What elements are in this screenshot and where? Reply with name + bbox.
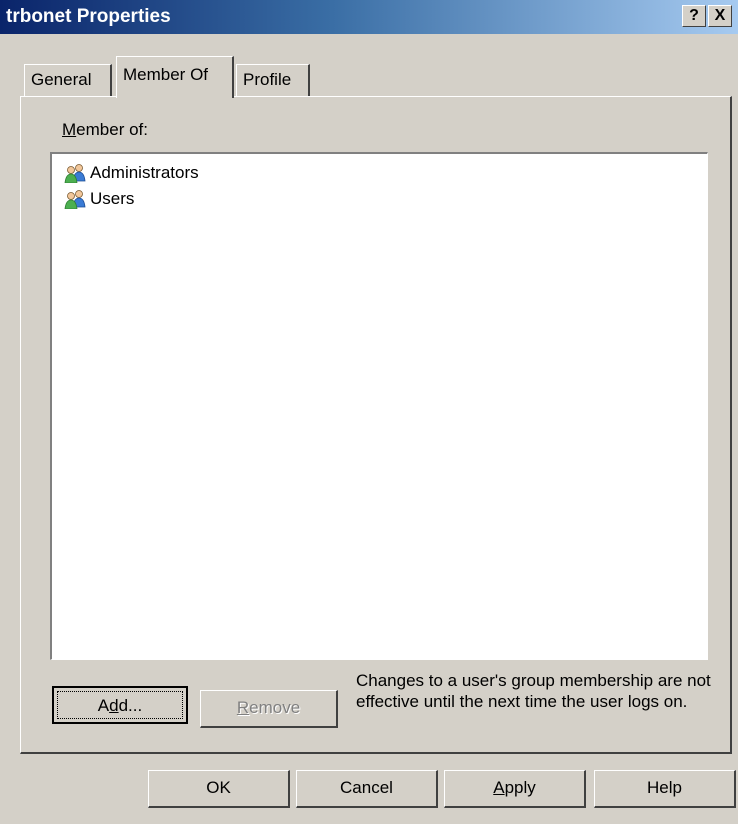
member-of-label: Member of: (62, 120, 148, 139)
focus-rectangle: Add... (57, 691, 183, 719)
close-icon[interactable]: X (708, 5, 732, 27)
membership-note: Changes to a user's group membership are… (356, 671, 711, 711)
tab-general[interactable]: General (24, 64, 112, 96)
help-icon[interactable]: ? (682, 5, 706, 27)
cancel-button[interactable]: Cancel (296, 770, 438, 808)
tab-profile[interactable]: Profile (236, 64, 310, 96)
member-of-list[interactable]: Administrators Users (50, 152, 708, 660)
tab-member-of[interactable]: Member Of (116, 56, 234, 98)
list-item-label: Users (90, 189, 135, 208)
ok-button[interactable]: OK (148, 770, 290, 808)
apply-button[interactable]: Apply (444, 770, 586, 808)
tab-label: General (31, 70, 92, 89)
list-item-label: Administrators (90, 163, 199, 182)
tab-label: Member Of (123, 65, 209, 84)
tab-label: Profile (243, 70, 292, 89)
title-bar: trbonet Properties ? X (0, 0, 738, 34)
remove-button[interactable]: Remove (200, 690, 338, 728)
window-title: trbonet Properties (6, 6, 171, 27)
user-group-icon (64, 164, 86, 183)
help-button[interactable]: Help (594, 770, 736, 808)
add-button[interactable]: Add... (52, 686, 188, 724)
user-group-icon (64, 190, 86, 209)
